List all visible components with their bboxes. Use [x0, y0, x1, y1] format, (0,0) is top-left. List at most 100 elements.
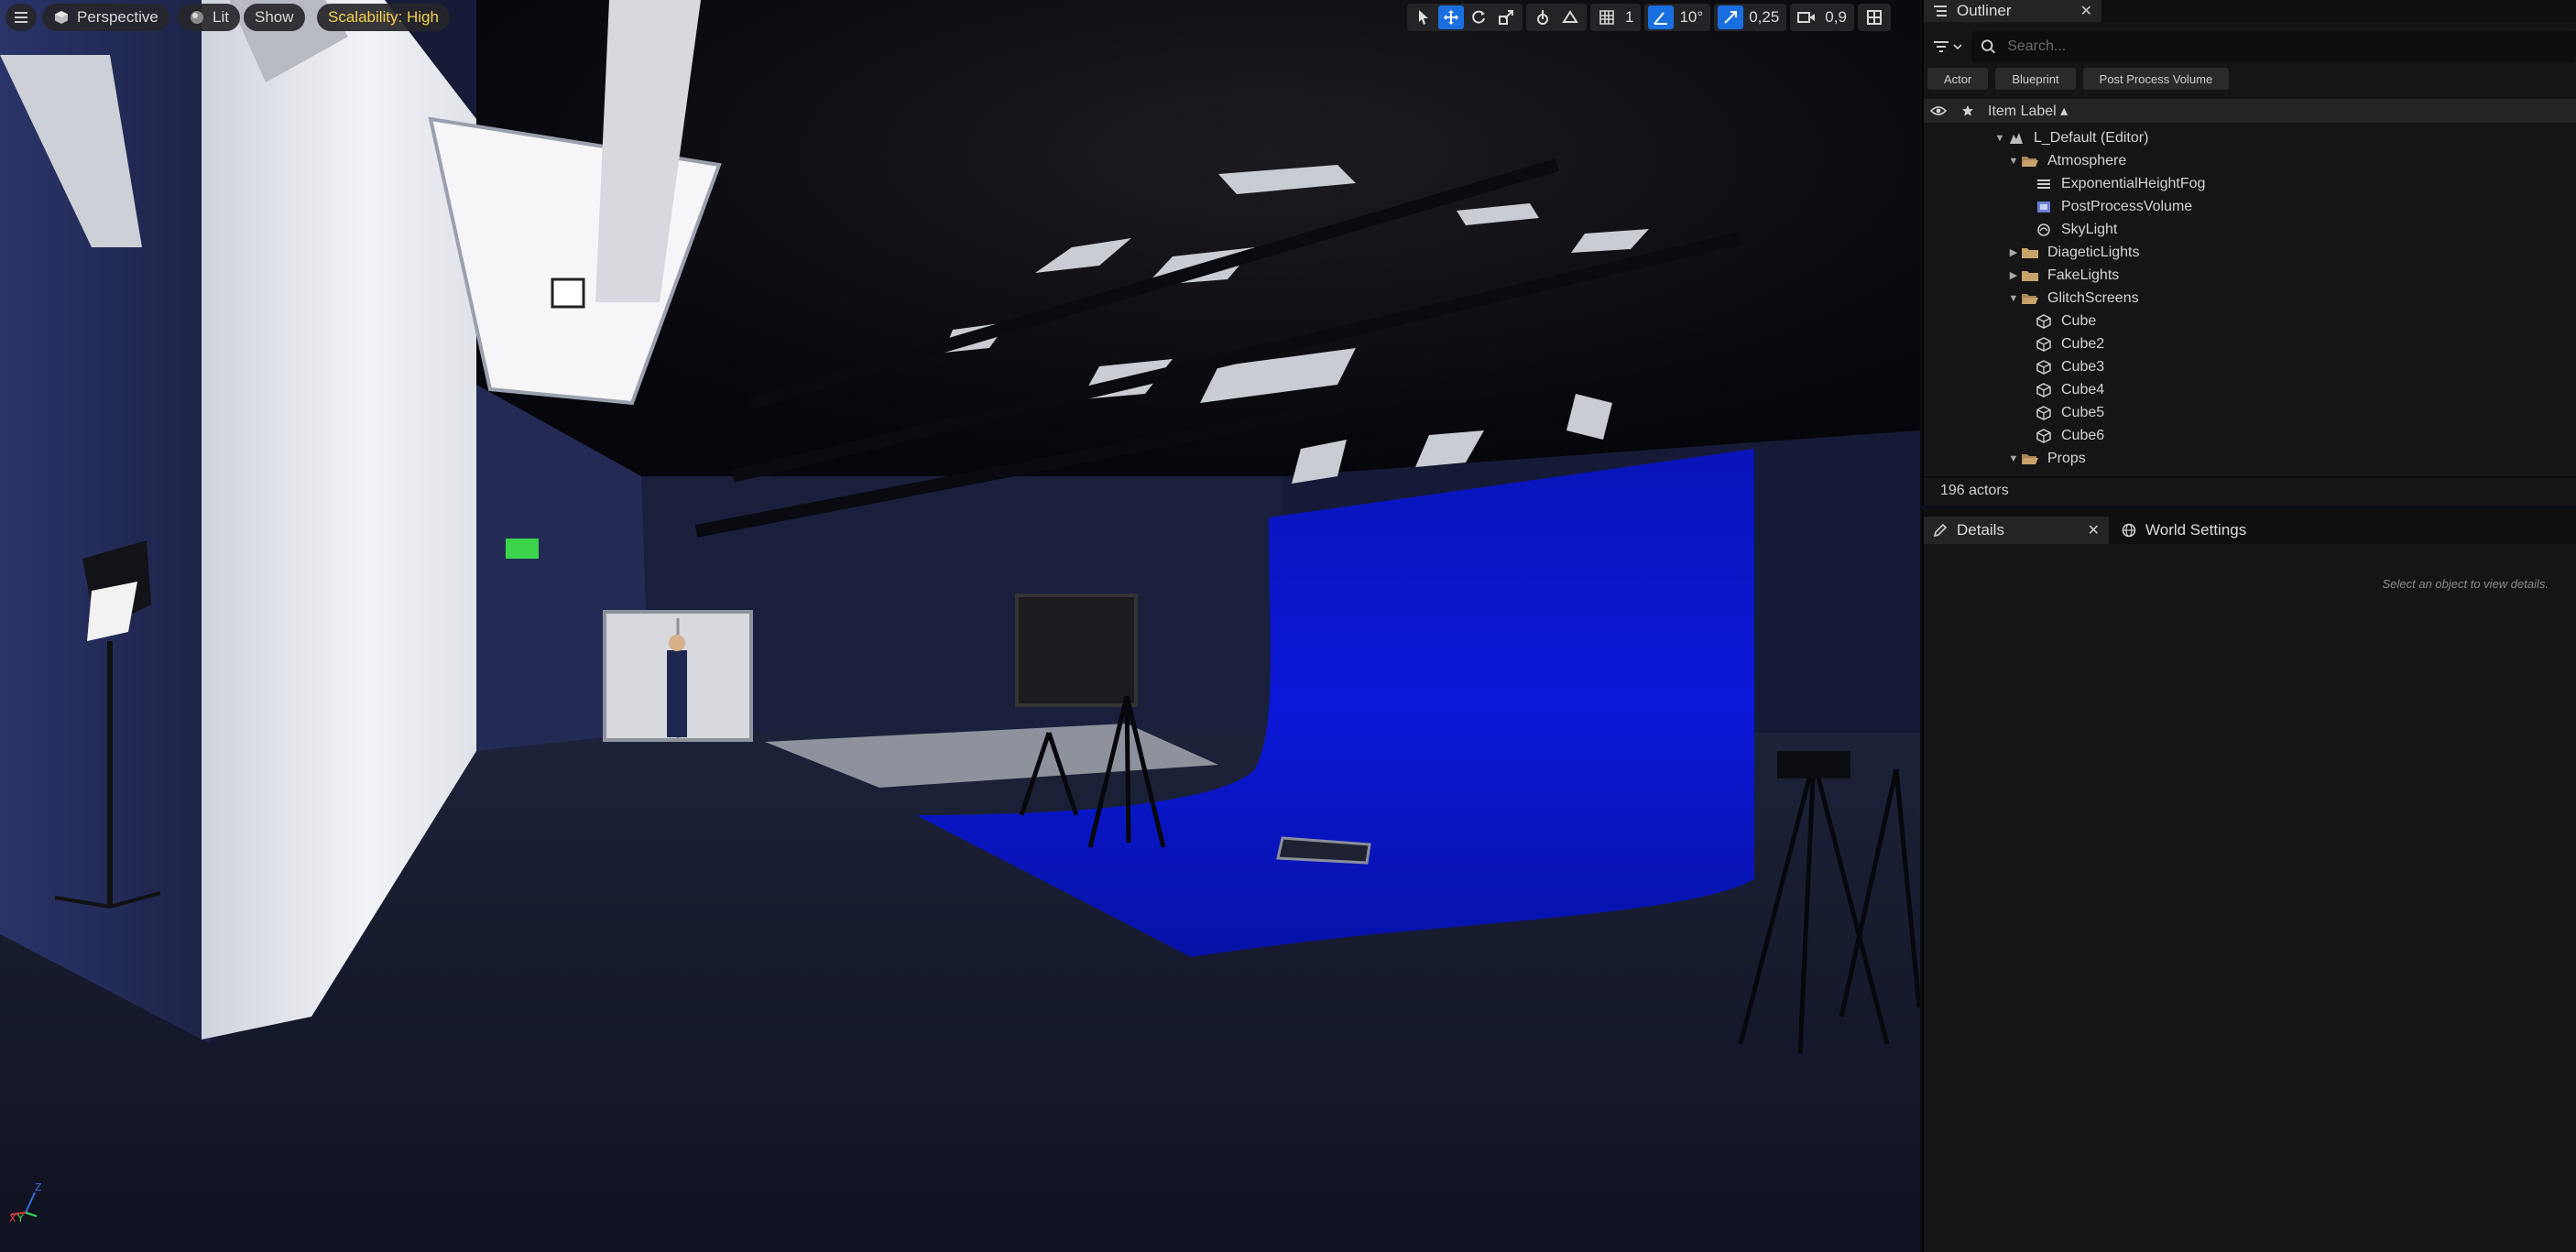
- search-input[interactable]: [2007, 38, 2576, 55]
- outliner-row-label: ExponentialHeightFog: [2061, 175, 2206, 191]
- static-mesh-icon: [2034, 405, 2054, 421]
- close-icon[interactable]: ✕: [2080, 2, 2092, 20]
- surface-snap-button[interactable]: [1557, 5, 1583, 29]
- lit-button[interactable]: Lit: [178, 4, 240, 31]
- post-process-icon: [2034, 199, 2054, 215]
- visibility-column[interactable]: [1924, 105, 1953, 116]
- select-mode-button[interactable]: [1411, 5, 1436, 29]
- world-settings-tab[interactable]: World Settings: [2112, 517, 2296, 544]
- perspective-button[interactable]: Perspective: [42, 4, 169, 31]
- outliner-row[interactable]: Cube6: [1924, 424, 2576, 447]
- filter-chip-blueprint[interactable]: Blueprint: [1995, 68, 2076, 90]
- outliner-row[interactable]: ▶ FakeLights: [1924, 264, 2576, 287]
- static-mesh-icon: [2034, 359, 2054, 376]
- actor-count: 196 actors: [1940, 483, 2009, 498]
- rotate-mode-button[interactable]: [1466, 5, 1491, 29]
- y-axis-label: Y: [16, 1213, 24, 1224]
- scale-mode-button[interactable]: [1493, 5, 1519, 29]
- grid-snap-group[interactable]: 1: [1590, 4, 1642, 31]
- scalability-button[interactable]: Scalability: High: [317, 4, 450, 31]
- expand-arrow-down-icon[interactable]: ▼: [2007, 156, 2020, 167]
- outliner-tab[interactable]: Outliner ✕: [1924, 0, 2101, 22]
- grid-snap-value[interactable]: 1: [1621, 8, 1637, 27]
- details-tab[interactable]: Details ✕: [1924, 517, 2109, 544]
- level-viewport[interactable]: Perspective Lit Show Scalability: High 1…: [0, 0, 1920, 1252]
- rotate-icon: [1472, 10, 1485, 24]
- expand-arrow-right-icon[interactable]: ▶: [2007, 269, 2020, 281]
- expand-arrow-down-icon[interactable]: ▼: [2007, 453, 2020, 464]
- outliner-row-label: SkyLight: [2061, 221, 2118, 237]
- outliner-row[interactable]: SkyLight: [1924, 218, 2576, 241]
- details-tab-label: Details: [1957, 521, 2004, 539]
- camera-speed-value[interactable]: 0,9: [1821, 8, 1850, 27]
- scale-snap-group[interactable]: 0,25: [1714, 4, 1787, 31]
- axis-gizmo: Z X Y: [9, 1181, 42, 1224]
- outliner-row-label: L_Default (Editor): [2034, 129, 2149, 146]
- scale-snap-button[interactable]: [1718, 5, 1744, 29]
- outliner-tree: ▼ L_Default (Editor) ▼ Atmosphere Exponentia…: [1924, 126, 2576, 467]
- star-icon: [1962, 105, 1973, 116]
- outliner-row-label: GlitchScreens: [2047, 289, 2139, 306]
- folder-open-icon: [2020, 290, 2040, 307]
- rotation-snap-button[interactable]: [1648, 5, 1675, 29]
- folder-icon: [2020, 245, 2040, 261]
- world-local-button[interactable]: [1530, 5, 1555, 29]
- viewport-layout-button[interactable]: [1861, 5, 1887, 29]
- surface-snap-icon: [1562, 10, 1578, 23]
- pinned-column[interactable]: [1953, 104, 1982, 117]
- grid-snap-button[interactable]: [1594, 5, 1620, 29]
- actor-count-bar: 196 actors: [1924, 476, 2576, 504]
- expand-arrow-down-icon[interactable]: ▼: [1993, 133, 2006, 144]
- scale-snap-value[interactable]: 0,25: [1745, 8, 1783, 27]
- globe-icon: [2122, 523, 2136, 538]
- outliner-row[interactable]: Cube3: [1924, 355, 2576, 378]
- rotation-snap-value[interactable]: 10°: [1675, 8, 1707, 27]
- skylight-icon: [2034, 222, 2054, 238]
- filter-chip-row: Actor Blueprint Post Process Volume: [1927, 68, 2230, 90]
- filter-chip-post-process-volume[interactable]: Post Process Volume: [2082, 68, 2230, 90]
- outliner-row[interactable]: ExponentialHeightFog: [1924, 172, 2576, 195]
- show-button[interactable]: Show: [244, 4, 305, 31]
- folder-icon: [2020, 267, 2040, 284]
- outliner-row[interactable]: ▶ DiageticLights: [1924, 241, 2576, 264]
- filter-chip-actor[interactable]: Actor: [1927, 68, 1989, 90]
- cursor-icon: [1419, 10, 1428, 25]
- viewport-scene: [0, 0, 1920, 1252]
- item-label-column[interactable]: Item Label ▴: [1988, 102, 2068, 120]
- static-mesh-icon: [2034, 336, 2054, 353]
- show-label: Show: [255, 8, 294, 26]
- rotation-snap-group[interactable]: 10°: [1644, 4, 1711, 31]
- outliner-row-label: PostProcessVolume: [2061, 198, 2193, 214]
- translate-mode-button[interactable]: [1438, 5, 1464, 29]
- outliner-row[interactable]: ▼ Atmosphere: [1924, 149, 2576, 172]
- outliner-row[interactable]: Cube2: [1924, 332, 2576, 355]
- pencil-icon: [1933, 523, 1948, 538]
- outliner-row[interactable]: ▼ GlitchScreens: [1924, 287, 2576, 310]
- filter-button[interactable]: [1924, 27, 1971, 66]
- viewport-transform-toolbar: 1 10° 0,25 0,9: [1407, 4, 1891, 31]
- outliner-row-label: Cube5: [2061, 404, 2105, 420]
- camera-speed-group[interactable]: 0,9: [1790, 4, 1854, 31]
- folder-open-icon: [2020, 451, 2040, 467]
- world-settings-label: World Settings: [2145, 521, 2247, 539]
- expand-arrow-down-icon[interactable]: ▼: [2007, 293, 2020, 304]
- scale-icon: [1499, 10, 1513, 25]
- outliner-row[interactable]: Cube4: [1924, 378, 2576, 401]
- outliner-row[interactable]: ▼ L_Default (Editor): [1924, 126, 2576, 149]
- details-empty-message: Select an object to view details.: [2382, 577, 2549, 591]
- outliner-row[interactable]: PostProcessVolume: [1924, 195, 2576, 218]
- expand-arrow-right-icon[interactable]: ▶: [2007, 246, 2020, 258]
- outliner-row-label: FakeLights: [2047, 267, 2120, 283]
- camera-speed-button[interactable]: [1794, 5, 1819, 29]
- outliner-row[interactable]: Cube: [1924, 310, 2576, 332]
- outliner-column-header: Item Label ▴: [1924, 99, 2576, 123]
- outliner-row[interactable]: ▼ Props: [1924, 447, 2576, 467]
- scalability-label: Scalability: High: [328, 8, 439, 26]
- viewport-menu-button[interactable]: [5, 4, 37, 31]
- outliner-row-label: Atmosphere: [2047, 152, 2127, 169]
- layout-group: [1857, 4, 1891, 31]
- outliner-search-box[interactable]: [1971, 31, 2576, 62]
- close-icon[interactable]: ✕: [2088, 521, 2100, 539]
- outliner-row[interactable]: Cube5: [1924, 401, 2576, 424]
- outliner-row-label: Cube4: [2061, 381, 2105, 397]
